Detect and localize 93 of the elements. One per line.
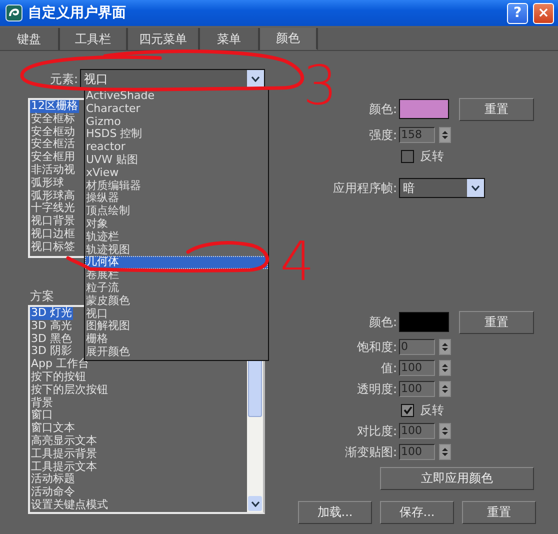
invert-label: 反转 — [420, 402, 444, 418]
dropdown-option[interactable]: 操纵器 — [85, 192, 268, 206]
list-item[interactable]: 安全框动 — [30, 126, 76, 138]
list-item[interactable]: 安全框用 — [30, 151, 76, 164]
dropdown-option[interactable]: 展开颜色 — [85, 346, 268, 359]
dropdown-option[interactable]: 粒子流 — [85, 282, 268, 295]
dropdown-option[interactable]: 轨迹视图 — [85, 244, 268, 256]
list-item[interactable]: 十字线光 — [30, 202, 76, 216]
list-item[interactable]: 活动命令 — [30, 486, 76, 499]
spinner-icon[interactable] — [439, 360, 451, 376]
chevron-down-icon — [250, 500, 260, 506]
spinner-icon[interactable] — [439, 381, 451, 397]
list-item[interactable]: 3D 黑色 — [30, 332, 73, 346]
color-swatch[interactable] — [399, 99, 449, 119]
list-item[interactable]: 弧形球 — [30, 176, 65, 190]
element-dropdown[interactable]: 视口 — [80, 69, 265, 89]
annotation-number: 4 — [280, 230, 314, 293]
field-label: 饱和度: — [356, 338, 398, 356]
list-item[interactable]: 12区栅格 — [30, 100, 79, 113]
app-logo-icon — [5, 4, 23, 22]
dropdown-option[interactable]: ActiveShade — [85, 90, 268, 103]
dialog-button[interactable]: 保存... — [380, 501, 454, 524]
list-item[interactable]: App 工作台 — [30, 358, 90, 371]
list-item[interactable]: 工具提示背景 — [30, 448, 98, 461]
dropdown-option[interactable]: 材质编辑器 — [85, 180, 268, 192]
invert-checkbox[interactable] — [401, 150, 414, 162]
list-item[interactable]: 3D 阴影 — [30, 345, 73, 358]
field-label: 透明度: — [356, 380, 398, 398]
number-field[interactable]: 100 — [399, 444, 435, 460]
dropdown-option[interactable]: Gizmo — [85, 116, 268, 128]
dialog-button[interactable]: 重置 — [462, 501, 536, 524]
intensity-label: 强度: — [368, 126, 398, 144]
list-item[interactable]: 视口背景 — [30, 215, 76, 228]
number-field[interactable]: 0 — [399, 339, 435, 355]
list-item[interactable]: 设置关键点模式 — [30, 498, 109, 512]
app-frame-dropdown[interactable]: 暗 — [399, 178, 485, 198]
dialog-button[interactable]: 加载... — [298, 501, 372, 524]
number-field[interactable]: 100 — [399, 360, 435, 376]
help-button[interactable]: ? — [507, 2, 528, 24]
scroll-down-button[interactable] — [248, 496, 262, 511]
apply-color-button[interactable]: 立即应用颜色 — [380, 467, 534, 490]
spinner-icon[interactable] — [439, 423, 451, 439]
color-label: 颜色: — [368, 100, 398, 118]
list-item[interactable]: 视口边框 — [30, 228, 76, 241]
list-item[interactable]: 安全框标 — [30, 112, 76, 126]
list-item[interactable]: 弧形球高 — [30, 190, 76, 202]
dropdown-option[interactable]: HSDS 控制 — [85, 128, 268, 142]
number-field[interactable]: 100 — [399, 423, 435, 439]
list-item[interactable]: 非活动视 — [30, 164, 76, 177]
list-item[interactable]: 窗口文本 — [30, 422, 76, 435]
dropdown-option[interactable]: 视口 — [85, 308, 268, 320]
intensity-field[interactable]: 158 — [399, 127, 435, 143]
dropdown-option[interactable]: reactor — [85, 141, 268, 154]
list-item[interactable]: 高亮显示文本 — [30, 434, 98, 448]
number-field[interactable]: 100 — [399, 381, 435, 397]
dropdown-option[interactable]: 顶点绘制 — [85, 205, 268, 218]
invert-label: 反转 — [420, 148, 444, 164]
close-button[interactable]: × — [533, 2, 554, 24]
list-item[interactable]: 背景 — [30, 396, 54, 410]
list-item[interactable]: 按下的层次按钮 — [30, 384, 109, 397]
element-label: 元素: — [48, 70, 79, 88]
field-label: 值: — [380, 360, 398, 376]
dropdown-option[interactable]: 对象 — [85, 218, 268, 231]
tab[interactable]: 颜色 — [260, 28, 318, 50]
invert-checkbox[interactable] — [401, 404, 414, 416]
field-label: 渐变贴图: — [344, 444, 398, 460]
list-item[interactable]: 安全框活 — [30, 138, 76, 152]
spinner-icon[interactable] — [439, 444, 451, 460]
list-item[interactable]: 视口标签 — [30, 240, 76, 254]
spinner-icon[interactable] — [439, 339, 451, 355]
dropdown-option[interactable]: Character — [85, 102, 268, 116]
list-item[interactable]: 窗口 — [30, 409, 54, 422]
list-item[interactable]: 工具提示文本 — [30, 460, 98, 474]
spinner-icon[interactable] — [439, 127, 451, 143]
dropdown-option[interactable]: 图解视图 — [85, 320, 268, 334]
dropdown-option[interactable]: 轨迹栏 — [85, 230, 268, 244]
window-title: 自定义用户界面 — [28, 4, 127, 22]
dropdown-option[interactable]: UVW 贴图 — [85, 154, 268, 167]
list-item[interactable]: 3D 高光 — [30, 320, 73, 333]
color-swatch[interactable] — [399, 312, 449, 332]
dropdown-option[interactable]: 蒙皮颜色 — [85, 294, 268, 308]
list-item[interactable]: 活动标题 — [30, 473, 76, 486]
annotation-number: 3 — [303, 54, 338, 117]
dropdown-option[interactable]: 栅格 — [85, 333, 268, 346]
reset-button[interactable]: 重置 — [459, 310, 534, 334]
list-item[interactable]: 按下的按钮 — [30, 370, 87, 384]
list-item[interactable]: 3D 灯光 — [30, 307, 73, 320]
dropdown-option[interactable]: xView — [85, 166, 268, 180]
app-frame-label: 应用程序帧: — [332, 180, 398, 196]
reset-button[interactable]: 重置 — [459, 98, 534, 120]
scheme-label: 方案 — [29, 288, 54, 302]
field-label: 对比度: — [356, 422, 398, 440]
color-label: 颜色: — [368, 314, 398, 330]
